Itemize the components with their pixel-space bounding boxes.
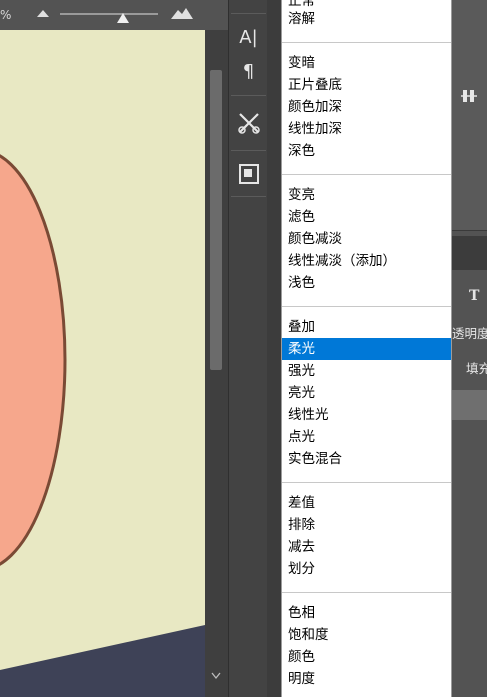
menu-item-linear-dodge-add[interactable]: 线性减淡（添加） — [282, 250, 451, 272]
menu-item-saturation[interactable]: 饱和度 — [282, 624, 451, 646]
peach-ellipse-shape — [0, 154, 67, 566]
brush-settings-icon[interactable] — [237, 111, 261, 135]
menu-item-subtract[interactable]: 减去 — [282, 536, 451, 558]
fill-label: 填充 — [466, 361, 487, 376]
layer-row-selected[interactable] — [452, 390, 487, 420]
chevron-down-icon[interactable] — [211, 672, 221, 680]
menu-item-lighten[interactable]: 变亮 — [282, 184, 451, 206]
menu-item-multiply[interactable]: 正片叠底 — [282, 74, 451, 96]
menu-separator — [282, 592, 451, 593]
canvas-bottom-edge — [0, 625, 205, 697]
menu-item-screen[interactable]: 滤色 — [282, 206, 451, 228]
menu-item-color-burn[interactable]: 颜色加深 — [282, 96, 451, 118]
menu-item-linear-light[interactable]: 线性光 — [282, 404, 451, 426]
properties-panel-area — [452, 0, 487, 231]
canvas-artwork — [0, 154, 205, 697]
menu-item-hard-mix[interactable]: 实色混合 — [282, 448, 451, 470]
zoom-slider-track[interactable] — [60, 13, 158, 15]
menu-item-linear-burn[interactable]: 线性加深 — [282, 118, 451, 140]
menu-item-darken[interactable]: 变暗 — [282, 52, 451, 74]
properties-panel-icon[interactable] — [238, 163, 260, 185]
paragraph-panel-icon[interactable]: ¶ — [233, 59, 264, 85]
layers-list — [452, 420, 487, 697]
zoom-percent: % — [0, 8, 12, 22]
menu-item-exclusion[interactable]: 排除 — [282, 514, 451, 536]
panel-icon-strip: A| ¶ — [228, 0, 268, 697]
menu-separator — [282, 42, 451, 43]
menu-item-overlay[interactable]: 叠加 — [282, 316, 451, 338]
large-mountain-icon[interactable] — [170, 6, 194, 20]
menu-separator — [282, 306, 451, 307]
align-center-icon[interactable] — [461, 88, 477, 104]
menu-item-color-dodge[interactable]: 颜色减淡 — [282, 228, 451, 250]
layers-tab-bar — [452, 236, 487, 270]
scrollbar-thumb[interactable] — [210, 70, 222, 370]
menu-item-dissolve[interactable]: 溶解 — [282, 8, 451, 30]
menu-item-hard-light[interactable]: 强光 — [282, 360, 451, 382]
opacity-label: 透明度 — [452, 326, 487, 341]
divider — [231, 13, 266, 14]
text-layer-filter-icon[interactable]: T — [469, 288, 479, 304]
menu-item-difference[interactable]: 差值 — [282, 492, 451, 514]
menu-separator — [282, 482, 451, 483]
layers-panel: T 透明度 填充 — [452, 0, 487, 697]
watermark: Bai du 经验 — [368, 659, 440, 674]
menu-separator — [282, 174, 451, 175]
character-panel-icon[interactable]: A| — [233, 25, 264, 51]
divider — [231, 150, 266, 151]
divider — [231, 196, 266, 197]
blend-mode-dropdown-menu: 正常 溶解 变暗 正片叠底 颜色加深 线性加深 深色 变亮 滤色 颜色减淡 线性… — [281, 0, 452, 697]
menu-item-darker-color[interactable]: 深色 — [282, 140, 451, 162]
menu-item-vivid-light[interactable]: 亮光 — [282, 382, 451, 404]
options-bar: % — [0, 0, 228, 30]
document-canvas[interactable] — [0, 30, 205, 697]
menu-item-lighter-color[interactable]: 浅色 — [282, 272, 451, 294]
menu-item-hue[interactable]: 色相 — [282, 602, 451, 624]
menu-item-soft-light[interactable]: 柔光 — [282, 338, 451, 360]
menu-item-divide[interactable]: 划分 — [282, 558, 451, 580]
panel-gap — [267, 0, 281, 697]
small-mountain-icon[interactable] — [36, 8, 50, 18]
zoom-slider-thumb[interactable] — [116, 12, 130, 24]
canvas-vertical-scrollbar[interactable] — [205, 30, 228, 697]
divider — [231, 95, 266, 96]
menu-item-pin-light[interactable]: 点光 — [282, 426, 451, 448]
